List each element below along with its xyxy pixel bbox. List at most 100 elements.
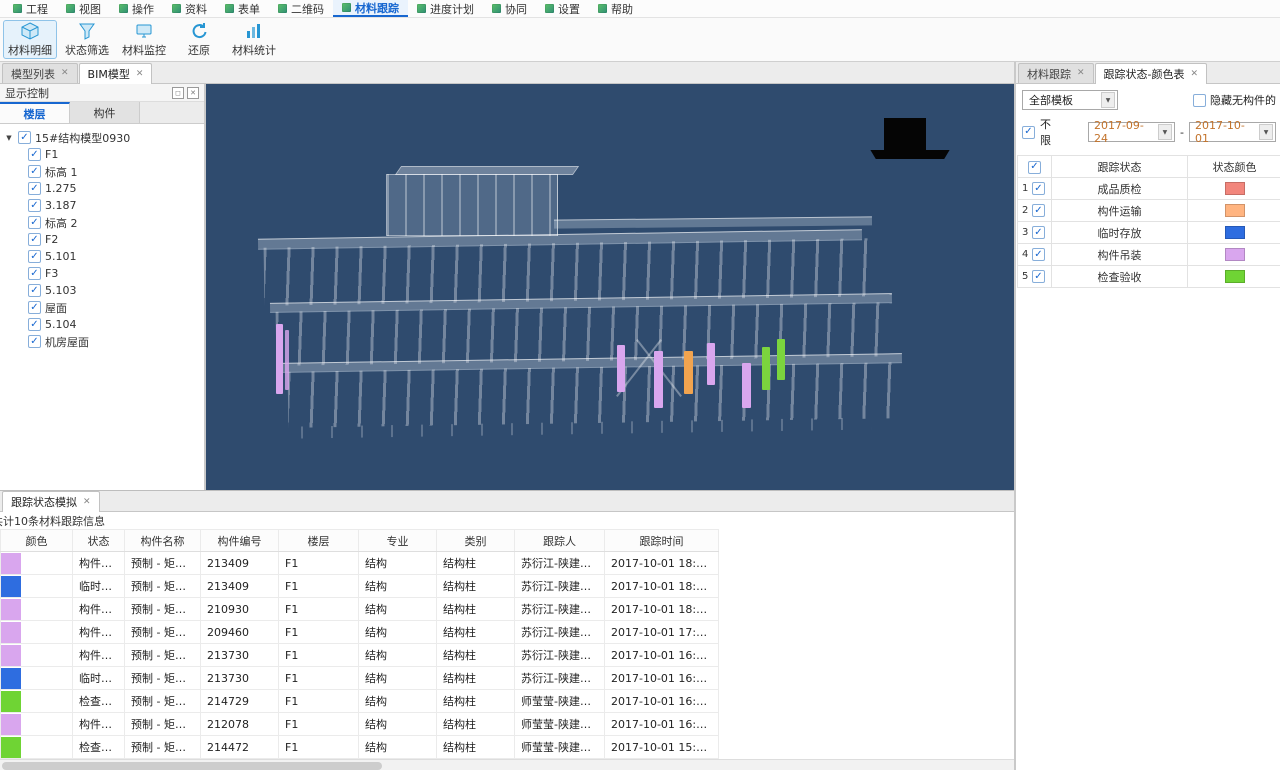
chevron-down-icon[interactable]: ▼: [1101, 92, 1115, 108]
col-header-discipline[interactable]: 专业: [359, 530, 437, 552]
tree-root[interactable]: ▼ 15#结构模型0930: [4, 129, 204, 146]
col-header-component-name[interactable]: 构件名称: [125, 530, 201, 552]
close-icon[interactable]: ✕: [136, 70, 144, 79]
col-header-tracking-time[interactable]: 跟踪时间: [605, 530, 719, 552]
tree-item-checkbox[interactable]: [28, 301, 41, 314]
tree-item-checkbox[interactable]: [28, 216, 41, 229]
tree-item-checkbox[interactable]: [28, 148, 41, 161]
menu-item-data[interactable]: 资料: [163, 0, 216, 17]
status-color-row[interactable]: 3 临时存放: [1018, 222, 1280, 244]
col-header-status-color[interactable]: 状态颜色: [1188, 156, 1280, 178]
tree-item[interactable]: 5.101: [4, 248, 204, 265]
tree-item-checkbox[interactable]: [28, 250, 41, 263]
menu-item-project[interactable]: 工程: [4, 0, 57, 17]
date-from-picker[interactable]: 2017-09-24 ▼: [1088, 122, 1175, 142]
row-checkbox[interactable]: [1032, 182, 1045, 195]
col-header-category[interactable]: 类别: [437, 530, 515, 552]
menu-item-schedule[interactable]: 进度计划: [408, 0, 483, 17]
tree-item[interactable]: 标高 1: [4, 163, 204, 180]
float-panel-icon[interactable]: ◻: [172, 87, 184, 99]
tracking-table-row[interactable]: 构件吊装 预制 - 矩形柱 :... 213409 F1 结构 结构柱 苏衍江-…: [1, 552, 719, 575]
row-checkbox[interactable]: [1032, 248, 1045, 261]
hide-empty-option[interactable]: 隐藏无构件的: [1193, 92, 1276, 108]
tree-item-checkbox[interactable]: [28, 267, 41, 280]
tracking-table-row[interactable]: 构件吊装 预制 - 矩形柱 :... 210930 F1 结构 结构柱 苏衍江-…: [1, 598, 719, 621]
date-to-picker[interactable]: 2017-10-01 ▼: [1189, 122, 1276, 142]
status-color-row[interactable]: 4 构件吊装: [1018, 244, 1280, 266]
tree-item-checkbox[interactable]: [28, 233, 41, 246]
close-icon[interactable]: ✕: [61, 69, 69, 78]
tracking-table-row[interactable]: 构件吊装 预制 - 矩形柱 :... 213730 F1 结构 结构柱 苏衍江-…: [1, 644, 719, 667]
close-panel-icon[interactable]: ✕: [187, 87, 199, 99]
tab-bim-model[interactable]: BIM模型 ✕: [79, 63, 153, 84]
tree-item-checkbox[interactable]: [28, 199, 41, 212]
tab-floors[interactable]: 楼层: [0, 102, 70, 123]
material-detail-button[interactable]: 材料明细: [3, 20, 57, 59]
close-icon[interactable]: ✕: [1191, 70, 1199, 79]
tree-item[interactable]: 3.187: [4, 197, 204, 214]
tracking-table-row[interactable]: 检查验收 预制 - 矩形柱 :... 214472 F1 结构 结构柱 师莹莹-…: [1, 736, 719, 759]
tree-item-checkbox[interactable]: [28, 318, 41, 331]
tree-item-checkbox[interactable]: [28, 335, 41, 348]
col-header-tracking-status[interactable]: 跟踪状态: [1052, 156, 1188, 178]
tracking-table-row[interactable]: 构件吊装 预制 - 矩形柱 :... 209460 F1 结构 结构柱 苏衍江-…: [1, 621, 719, 644]
scrollbar-thumb[interactable]: [2, 762, 382, 770]
horizontal-scrollbar[interactable]: [0, 759, 1014, 770]
tree-item[interactable]: F3: [4, 265, 204, 282]
col-header-status[interactable]: 状态: [73, 530, 125, 552]
chevron-down-icon[interactable]: ▼: [1259, 124, 1273, 140]
tree-root-checkbox[interactable]: [18, 131, 31, 144]
close-icon[interactable]: ✕: [1077, 69, 1085, 78]
tree-item[interactable]: 机房屋面: [4, 333, 204, 350]
restore-button[interactable]: 还原: [174, 20, 224, 59]
tree-item[interactable]: 标高 2: [4, 214, 204, 231]
col-header-component-code[interactable]: 构件编号: [201, 530, 279, 552]
tracking-table-row[interactable]: 检查验收 预制 - 矩形柱 :... 214729 F1 结构 结构柱 师莹莹-…: [1, 690, 719, 713]
status-color-row[interactable]: 2 构件运输: [1018, 200, 1280, 222]
tree-item[interactable]: 1.275: [4, 180, 204, 197]
row-checkbox[interactable]: [1032, 270, 1045, 283]
menu-item-qrcode[interactable]: 二维码: [269, 0, 333, 17]
row-checkbox[interactable]: [1032, 226, 1045, 239]
tab-status-color-table[interactable]: 跟踪状态-颜色表 ✕: [1095, 63, 1208, 84]
col-header-tracker[interactable]: 跟踪人: [515, 530, 605, 552]
menu-item-material-tracking[interactable]: 材料跟踪: [333, 0, 408, 17]
menu-item-operation[interactable]: 操作: [110, 0, 163, 17]
select-all-checkbox[interactable]: [1028, 161, 1041, 174]
tab-material-tracking[interactable]: 材料跟踪 ✕: [1018, 63, 1094, 83]
3d-viewport[interactable]: [206, 84, 1014, 490]
status-color-row[interactable]: 1 成品质检: [1018, 178, 1280, 200]
no-limit-checkbox[interactable]: [1022, 126, 1035, 139]
chevron-down-icon[interactable]: ▼: [1158, 124, 1172, 140]
tree-item[interactable]: 5.104: [4, 316, 204, 333]
tree-item[interactable]: F1: [4, 146, 204, 163]
menu-item-settings[interactable]: 设置: [536, 0, 589, 17]
menu-item-help[interactable]: 帮助: [589, 0, 642, 17]
template-select[interactable]: 全部模板 ▼: [1022, 90, 1118, 110]
material-monitor-button[interactable]: 材料监控: [117, 20, 171, 59]
tree-expand-icon[interactable]: ▼: [4, 134, 14, 142]
close-icon[interactable]: ✕: [83, 498, 91, 507]
tree-item-checkbox[interactable]: [28, 284, 41, 297]
hide-empty-checkbox[interactable]: [1193, 94, 1206, 107]
menu-item-collaboration[interactable]: 协同: [483, 0, 536, 17]
tracking-table-row[interactable]: 临时存放 预制 - 矩形柱 :... 213730 F1 结构 结构柱 苏衍江-…: [1, 667, 719, 690]
menu-item-form[interactable]: 表单: [216, 0, 269, 17]
tree-item[interactable]: F2: [4, 231, 204, 248]
tab-tracking-simulation[interactable]: 跟踪状态模拟 ✕: [2, 491, 100, 512]
status-filter-button[interactable]: 状态筛选: [60, 20, 114, 59]
tree-item[interactable]: 5.103: [4, 282, 204, 299]
tree-item-checkbox[interactable]: [28, 165, 41, 178]
status-color-row[interactable]: 5 检查验收: [1018, 266, 1280, 288]
tree-item-checkbox[interactable]: [28, 182, 41, 195]
tracking-table-row[interactable]: 临时存放 预制 - 矩形柱 :... 213409 F1 结构 结构柱 苏衍江-…: [1, 575, 719, 598]
tab-model-list[interactable]: 模型列表 ✕: [2, 63, 78, 83]
tracking-table-row[interactable]: 构件吊装 预制 - 矩形柱 :... 212078 F1 结构 结构柱 师莹莹-…: [1, 713, 719, 736]
tab-components[interactable]: 构件: [70, 102, 140, 123]
tree-item[interactable]: 屋面: [4, 299, 204, 316]
menu-item-view[interactable]: 视图: [57, 0, 110, 17]
row-checkbox[interactable]: [1032, 204, 1045, 217]
material-stats-button[interactable]: 材料统计: [227, 20, 281, 59]
col-header-color[interactable]: 颜色: [1, 530, 73, 552]
col-header-floor[interactable]: 楼层: [279, 530, 359, 552]
